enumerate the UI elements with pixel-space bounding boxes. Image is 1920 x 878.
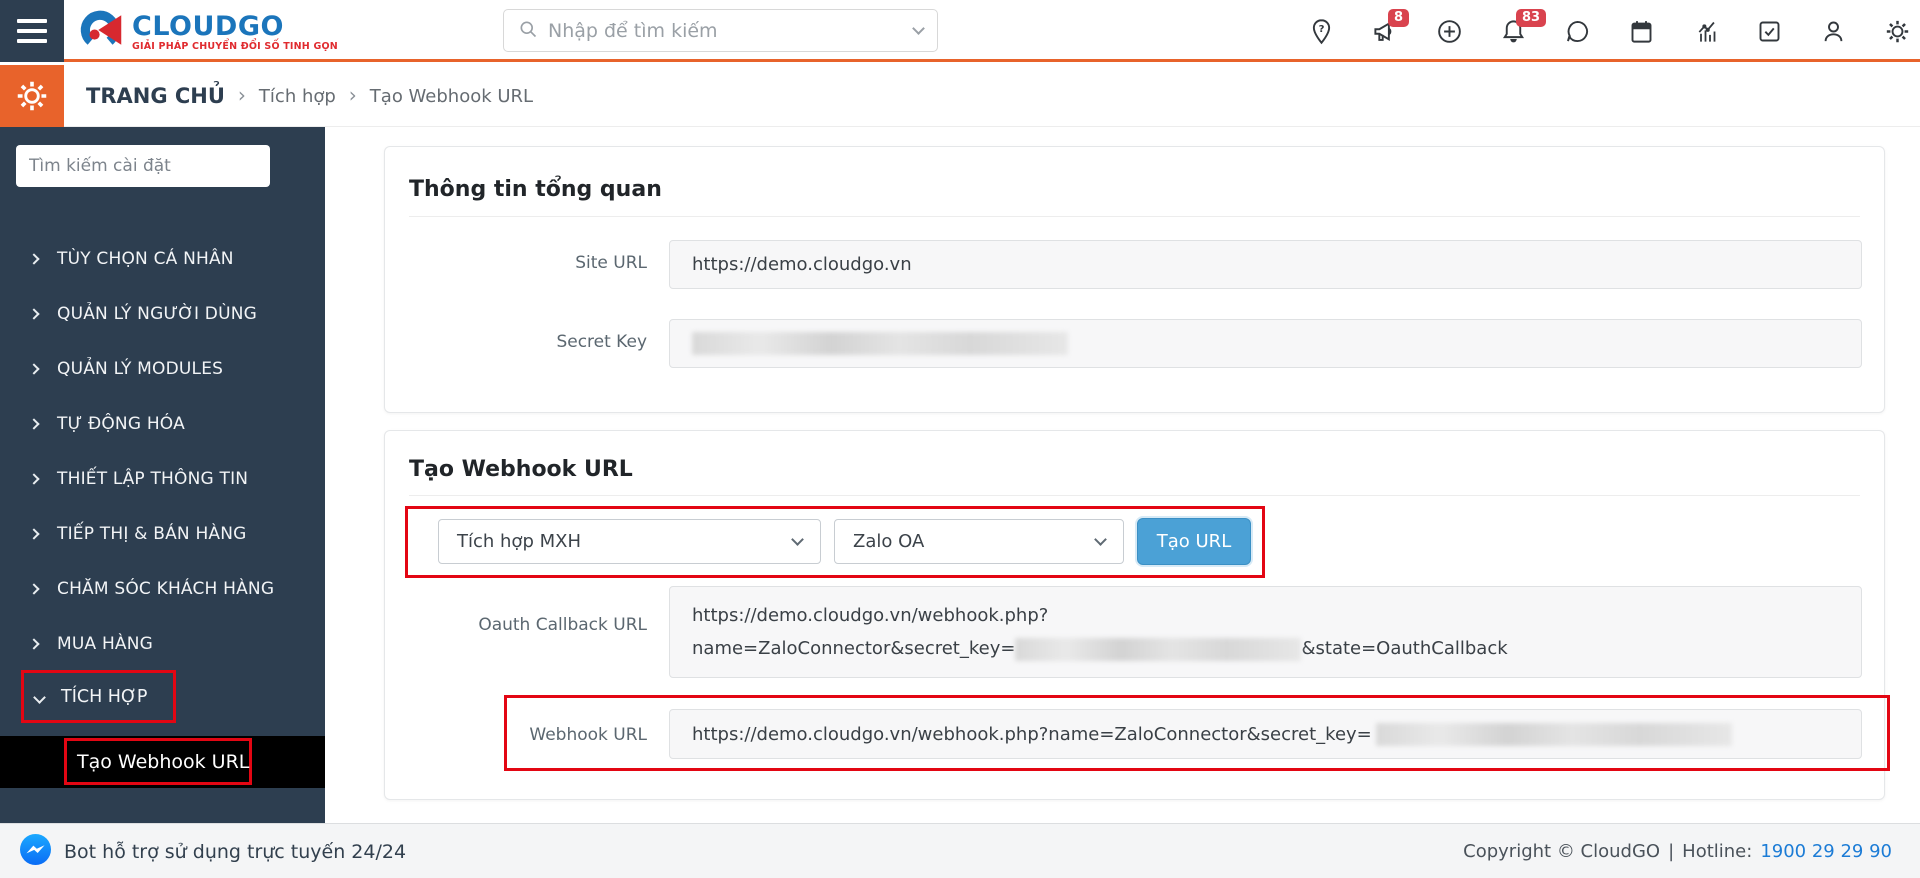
main-content: Thông tin tổng quan Site URL https://dem… xyxy=(325,127,1920,823)
tasks-checkbox-icon[interactable] xyxy=(1756,18,1783,45)
search-icon xyxy=(518,19,538,43)
breadcrumb-separator-icon: › xyxy=(238,83,246,107)
footer-separator: | xyxy=(1668,841,1674,862)
oauth-callback-url-field[interactable]: https://demo.cloudgo.vn/webhook.php? nam… xyxy=(669,586,1862,678)
footer-support: Bot hỗ trợ sử dụng trực tuyến 24/24 xyxy=(20,824,406,878)
settings-module-button[interactable] xyxy=(0,65,64,127)
quick-add-icon[interactable] xyxy=(1436,18,1463,45)
announcements-badge: 8 xyxy=(1388,9,1409,27)
calendar-icon[interactable] xyxy=(1628,18,1655,45)
channel-dropdown[interactable]: Zalo OA xyxy=(834,519,1124,564)
chevron-down-icon xyxy=(33,691,46,704)
cloudgo-logo-icon xyxy=(78,7,124,57)
sidebar-item-personal-options[interactable]: TÙY CHỌN CÁ NHÂN xyxy=(0,231,325,286)
cloudgo-logo[interactable]: CLOUDGO GIẢI PHÁP CHUYỂN ĐỔI SỐ TINH GỌN xyxy=(78,7,338,57)
global-search[interactable] xyxy=(503,9,938,52)
sidebar-subitem-create-webhook-url[interactable]: Tạo Webhook URL xyxy=(64,738,252,785)
chevron-right-icon xyxy=(28,418,39,429)
brand-name: CLOUDGO xyxy=(132,13,338,41)
chevron-down-icon xyxy=(1094,533,1107,546)
sidebar-item-user-management[interactable]: QUẢN LÝ NGƯỜI DÙNG xyxy=(0,286,325,341)
overview-card-title: Thông tin tổng quan xyxy=(409,177,662,202)
brand-tagline: GIẢI PHÁP CHUYỂN ĐỔI SỐ TINH GỌN xyxy=(132,41,338,52)
messenger-icon[interactable] xyxy=(20,834,51,869)
redacted-secret-key xyxy=(692,332,1068,355)
svg-text:?: ? xyxy=(1319,24,1325,35)
sidebar-item-purchasing[interactable]: MUA HÀNG xyxy=(0,616,325,671)
footer-copyright: Copyright © CloudGO | Hotline: 1900 29 2… xyxy=(1463,824,1892,878)
breadcrumb-separator-icon: › xyxy=(349,83,357,107)
divider xyxy=(409,495,1860,496)
cloudgo-settings-page: CLOUDGO GIẢI PHÁP CHUYỂN ĐỔI SỐ TINH GỌN… xyxy=(0,0,1920,878)
header-icon-row: ? 8 83 xyxy=(1308,0,1911,62)
reports-chart-icon[interactable] xyxy=(1692,18,1719,45)
chevron-right-icon xyxy=(28,638,39,649)
site-url-value: https://demo.cloudgo.vn xyxy=(692,254,912,275)
chevron-right-icon xyxy=(28,363,39,374)
sidebar-item-customer-care[interactable]: CHĂM SÓC KHÁCH HÀNG xyxy=(0,561,325,616)
hotline-number-link[interactable]: 1900 29 29 90 xyxy=(1760,841,1892,862)
sidebar-item-info-setup[interactable]: THIẾT LẬP THÔNG TIN xyxy=(0,451,325,506)
settings-gear-icon[interactable] xyxy=(1884,18,1911,45)
breadcrumb-home-link[interactable]: TRANG CHỦ xyxy=(86,84,225,108)
top-header: CLOUDGO GIẢI PHÁP CHUYỂN ĐỔI SỐ TINH GỌN… xyxy=(0,0,1920,62)
webhook-url-field[interactable]: https://demo.cloudgo.vn/webhook.php?name… xyxy=(669,709,1862,759)
hotline-label: Hotline: xyxy=(1682,841,1752,862)
breadcrumb-level1-link[interactable]: Tích hợp xyxy=(259,86,336,107)
user-profile-icon[interactable] xyxy=(1820,18,1847,45)
site-url-field[interactable]: https://demo.cloudgo.vn xyxy=(669,240,1862,289)
search-scope-chevron-icon[interactable] xyxy=(912,22,925,35)
notifications-badge: 83 xyxy=(1516,9,1546,27)
announcements-icon[interactable]: 8 xyxy=(1372,18,1399,45)
white-gear-icon xyxy=(14,78,50,114)
redacted-oauth-secret xyxy=(1015,638,1301,661)
chevron-right-icon xyxy=(28,253,39,264)
oauth-url-line2: name=ZaloConnector&secret_key=&state=Oau… xyxy=(692,632,1508,665)
breadcrumb-bar: TRANG CHỦ › Tích hợp › Tạo Webhook URL xyxy=(0,65,1920,127)
site-url-label: Site URL xyxy=(385,253,647,273)
chevron-right-icon xyxy=(28,473,39,484)
footer-support-text: Bot hỗ trợ sử dụng trực tuyến 24/24 xyxy=(64,841,406,863)
webhook-card-title: Tạo Webhook URL xyxy=(409,457,633,482)
webhook-card: Tạo Webhook URL Tích hợp MXH Zalo OA Tạo… xyxy=(384,430,1885,800)
secret-key-label: Secret Key xyxy=(385,332,647,352)
copyright-text: Copyright © CloudGO xyxy=(1463,841,1660,862)
chevron-right-icon xyxy=(28,308,39,319)
logo-text: CLOUDGO GIẢI PHÁP CHUYỂN ĐỔI SỐ TINH GỌN xyxy=(132,13,338,52)
notifications-bell-icon[interactable]: 83 xyxy=(1500,18,1527,45)
chevron-right-icon xyxy=(28,528,39,539)
page-footer: Bot hỗ trợ sử dụng trực tuyến 24/24 Copy… xyxy=(0,823,1920,878)
sidebar-active-item-bar: Tạo Webhook URL xyxy=(0,736,325,788)
sidebar-item-automation[interactable]: TỰ ĐỘNG HÓA xyxy=(0,396,325,451)
sidebar-item-module-management[interactable]: QUẢN LÝ MODULES xyxy=(0,341,325,396)
sidebar-item-integration-expanded[interactable]: TÍCH HỢP xyxy=(21,670,176,723)
sidebar-item-marketing-sales[interactable]: TIẾP THỊ & BÁN HÀNG xyxy=(0,506,325,561)
hamburger-menu-button[interactable] xyxy=(0,0,64,62)
webhook-url-label: Webhook URL xyxy=(385,725,647,745)
integration-type-dropdown[interactable]: Tích hợp MXH xyxy=(438,519,821,564)
oauth-url-line1: https://demo.cloudgo.vn/webhook.php? xyxy=(692,599,1048,632)
sidebar-search-input[interactable] xyxy=(16,145,270,187)
breadcrumb-current-page: Tạo Webhook URL xyxy=(370,86,533,107)
location-help-icon[interactable]: ? xyxy=(1308,18,1335,45)
create-url-button[interactable]: Tạo URL xyxy=(1137,518,1251,565)
settings-sidebar: TÙY CHỌN CÁ NHÂN QUẢN LÝ NGƯỜI DÙNG QUẢN… xyxy=(0,127,325,823)
breadcrumb: TRANG CHỦ › Tích hợp › Tạo Webhook URL xyxy=(86,65,533,127)
secret-key-field[interactable] xyxy=(669,319,1862,368)
chat-icon[interactable] xyxy=(1564,18,1591,45)
overview-card: Thông tin tổng quan Site URL https://dem… xyxy=(384,146,1885,413)
redacted-webhook-secret xyxy=(1376,723,1732,746)
webhook-url-value: https://demo.cloudgo.vn/webhook.php?name… xyxy=(692,724,1372,745)
oauth-callback-url-label: Oauth Callback URL xyxy=(385,615,647,635)
chevron-right-icon xyxy=(28,583,39,594)
global-search-input[interactable] xyxy=(548,20,914,42)
chevron-down-icon xyxy=(791,533,804,546)
divider xyxy=(409,216,1860,217)
